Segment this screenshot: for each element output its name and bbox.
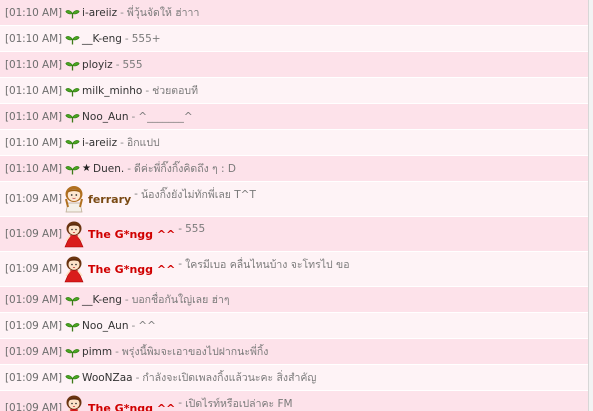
message-text: พรุ่งนี้พิมจะเอาของไปฝากนะพี่กิ้ง <box>121 346 269 358</box>
message-separator: - <box>178 258 183 270</box>
sender-nickname[interactable]: __K-eng <box>82 294 122 306</box>
sender-nickname[interactable]: Noo_Aun <box>82 111 128 123</box>
message-separator: - <box>178 397 183 409</box>
sprout-icon <box>65 295 80 306</box>
sender-nickname[interactable]: The G*ngg ^^ <box>88 228 175 241</box>
red-dress-avatar-icon <box>63 394 85 411</box>
message-text: พี่วุ้นจัดให้ ฮ่าาา <box>126 7 200 19</box>
girl-avatar-icon <box>63 185 85 213</box>
sprout-icon <box>65 8 80 19</box>
message-text: ช่วยตอบที <box>152 85 199 97</box>
message-separator: - <box>115 58 120 71</box>
sender-nickname[interactable]: __K-eng <box>82 33 122 45</box>
sender-nickname[interactable]: milk_minho <box>82 85 142 97</box>
message-timestamp: [01:09 AM] <box>5 345 63 358</box>
message-separator: - <box>145 84 150 97</box>
message-separator: - <box>134 188 138 200</box>
sprout-icon <box>65 86 80 97</box>
message-timestamp: [01:10 AM] <box>5 32 63 45</box>
message-text: น้องกิ๊งยังไม่ทักพี่เลย T^T <box>140 188 256 201</box>
message-timestamp: [01:09 AM] <box>5 319 63 332</box>
message-text: เปิดไรท์หรือเปล่าคะ FM <box>185 397 293 410</box>
chat-message-row: [01:10 AM] ★ Duen. - ดีค่ะพี่กิ๊งกิ๊งคิด… <box>0 156 589 182</box>
scrollbar-edge[interactable] <box>588 0 593 411</box>
message-separator: - <box>131 110 136 123</box>
chat-message-row: [01:10 AM] i-areiiz - พี่วุ้นจัดให้ ฮ่าา… <box>0 0 589 26</box>
red-dress-avatar-icon <box>63 255 85 283</box>
sprout-icon <box>65 138 80 149</box>
sprout-icon <box>65 34 80 45</box>
message-text: ใครมีเบอ คลื่นไหนบ้าง จะโทรไป ขอ <box>185 258 350 271</box>
chat-message-row: [01:09 AM] The G*ngg ^^ - ใครมีเบอ คลื่น… <box>0 252 589 287</box>
sender-nickname[interactable]: i-areiiz <box>82 137 117 149</box>
message-separator: - <box>120 6 124 19</box>
message-separator: - <box>178 223 183 235</box>
message-separator: - <box>124 32 129 45</box>
message-timestamp: [01:09 AM] <box>5 228 63 240</box>
message-text: อิกแปป <box>126 137 160 149</box>
sender-nickname[interactable]: i-areiiz <box>82 7 117 19</box>
message-timestamp: [01:10 AM] <box>5 84 63 97</box>
chat-message-row: [01:09 AM] pimm - พรุ่งนี้พิมจะเอาของไปฝ… <box>0 339 589 365</box>
sprout-icon <box>65 60 80 71</box>
chat-message-row: [01:09 AM] ferrary - น้องกิ๊งยังไม่ทักพี… <box>0 182 589 217</box>
message-timestamp: [01:10 AM] <box>5 162 63 175</box>
message-text: 555+ <box>131 32 161 45</box>
star-icon: ★ <box>82 163 92 174</box>
message-timestamp: [01:10 AM] <box>5 58 63 71</box>
message-timestamp: [01:09 AM] <box>5 263 63 275</box>
message-separator: - <box>127 162 132 175</box>
chat-message-list: [01:10 AM] i-areiiz - พี่วุ้นจัดให้ ฮ่าา… <box>0 0 589 411</box>
sender-nickname[interactable]: ployiz <box>82 59 113 71</box>
message-text: ^^ <box>138 319 156 332</box>
message-timestamp: [01:10 AM] <box>5 136 63 149</box>
sender-nickname[interactable]: Duen. <box>93 163 124 175</box>
chat-message-row: [01:09 AM] The G*ngg ^^ - เปิดไรท์หรือเป… <box>0 391 589 411</box>
chat-message-row: [01:10 AM] ployiz - 555 <box>0 52 589 78</box>
red-dress-avatar-icon <box>63 220 85 248</box>
message-timestamp: [01:09 AM] <box>5 193 63 205</box>
chat-message-row: [01:10 AM] milk_minho - ช่วยตอบที <box>0 78 589 104</box>
sprout-icon <box>65 321 80 332</box>
sender-nickname[interactable]: The G*ngg ^^ <box>88 402 175 411</box>
message-separator: - <box>115 345 119 358</box>
sprout-icon <box>65 373 80 384</box>
sender-nickname[interactable]: Noo_Aun <box>82 320 128 332</box>
chat-log-panel[interactable]: [01:10 AM] i-areiiz - พี่วุ้นจัดให้ ฮ่าา… <box>0 0 593 411</box>
chat-message-row: [01:10 AM] Noo_Aun - ^_______^ <box>0 104 589 130</box>
message-text: 555 <box>122 58 143 71</box>
message-separator: - <box>131 319 136 332</box>
sender-nickname[interactable]: pimm <box>82 346 112 358</box>
chat-message-row: [01:10 AM] i-areiiz - อิกแปป <box>0 130 589 156</box>
message-text: ^_______^ <box>138 110 193 123</box>
message-text: กำลังจะเปิดเพลงกิ้งแล้วนะคะ สิ่งสำคัญ <box>142 372 317 384</box>
sender-nickname[interactable]: The G*ngg ^^ <box>88 263 175 276</box>
message-timestamp: [01:10 AM] <box>5 6 63 19</box>
message-text: บอกชื่อกันใญ่เลย ฮ่าๆ <box>131 294 230 306</box>
message-separator: - <box>124 293 129 306</box>
message-separator: - <box>135 371 140 384</box>
sprout-icon <box>65 112 80 123</box>
message-timestamp: [01:09 AM] <box>5 402 63 411</box>
chat-message-row: [01:09 AM] WooNZaa - กำลังจะเปิดเพลงกิ้ง… <box>0 365 589 391</box>
message-text: ดีค่ะพี่กิ๊งกิ๊งคิดถึง ๆ : D <box>134 163 236 175</box>
message-separator: - <box>120 136 124 149</box>
sender-nickname[interactable]: WooNZaa <box>82 372 133 384</box>
message-timestamp: [01:10 AM] <box>5 110 63 123</box>
message-timestamp: [01:09 AM] <box>5 293 63 306</box>
sender-nickname[interactable]: ferrary <box>88 193 131 206</box>
chat-message-row: [01:09 AM] Noo_Aun - ^^ <box>0 313 589 339</box>
chat-message-row: [01:09 AM] __K-eng - บอกชื่อกันใญ่เลย ฮ่… <box>0 287 589 313</box>
chat-message-row: [01:10 AM] __K-eng - 555+ <box>0 26 589 52</box>
sprout-icon <box>65 164 80 175</box>
message-timestamp: [01:09 AM] <box>5 371 63 384</box>
sprout-icon <box>65 347 80 358</box>
message-text: 555 <box>185 223 206 235</box>
chat-message-row: [01:09 AM] The G*ngg ^^ - 555 <box>0 217 589 252</box>
